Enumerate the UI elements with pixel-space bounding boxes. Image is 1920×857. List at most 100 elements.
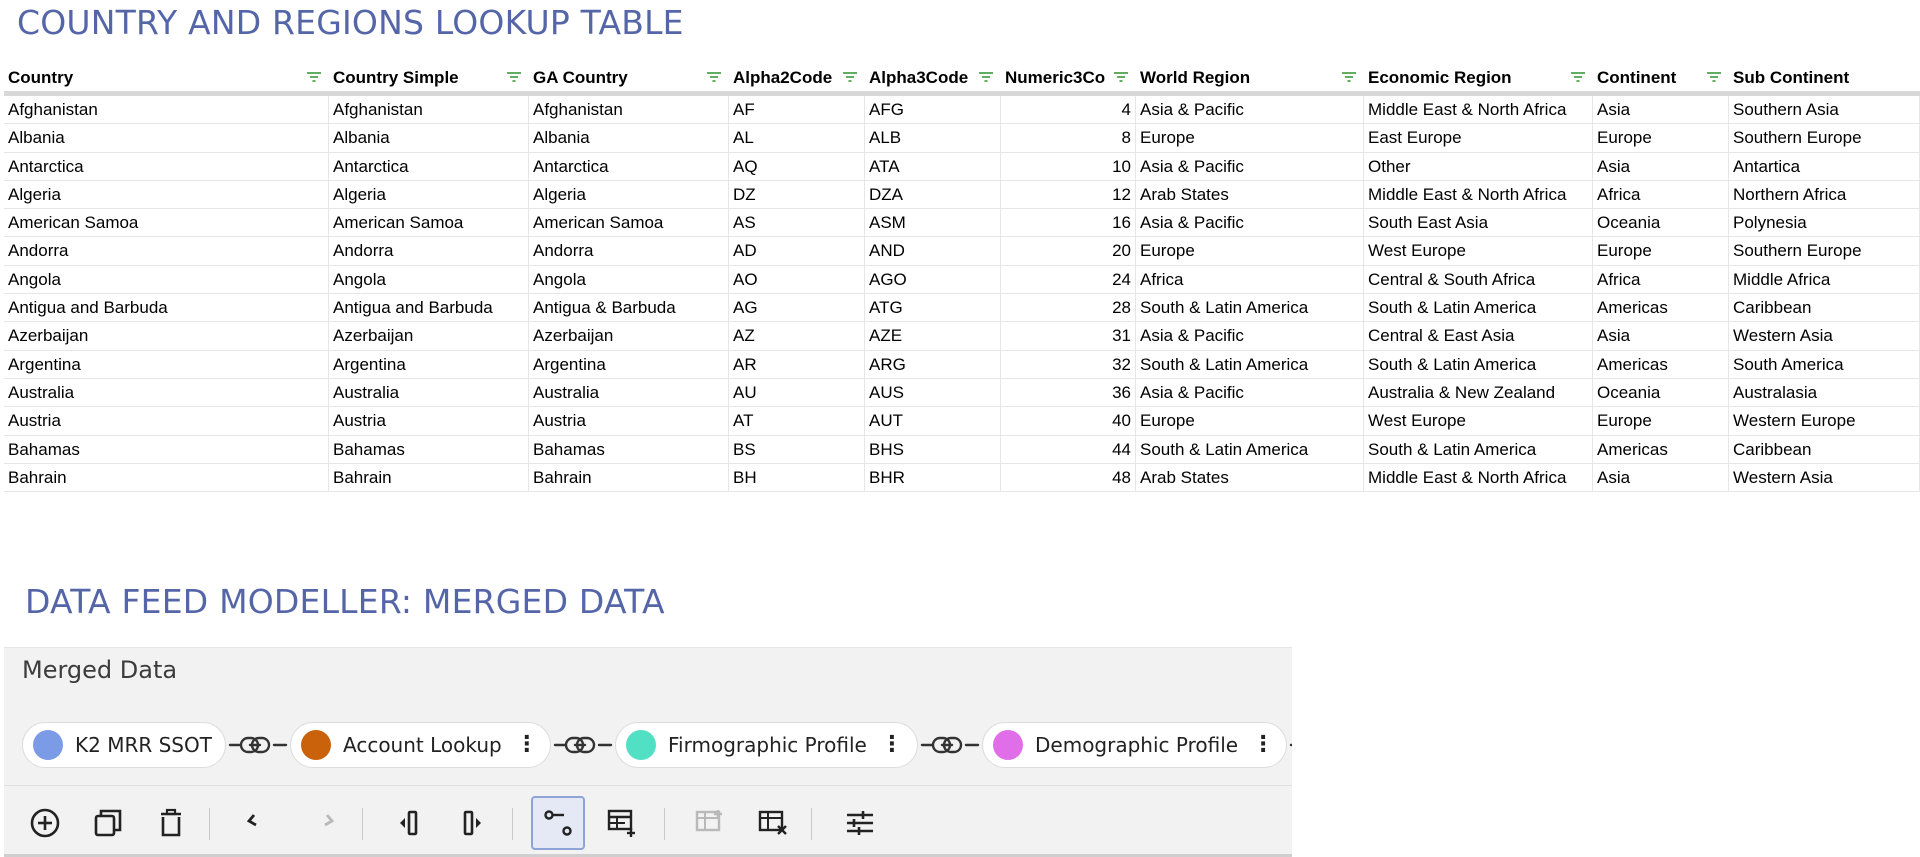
cell-alpha3code[interactable]: AGO: [865, 265, 1001, 294]
cell-sub-continent[interactable]: South America: [1729, 350, 1920, 379]
column-header-continent[interactable]: Continent: [1593, 64, 1707, 91]
cell-ga-country[interactable]: Andorra: [529, 237, 729, 266]
table-row[interactable]: Albania Albania Albania AL ALB 8 Europe East Eu…: [4, 124, 1920, 153]
cell-alpha2code[interactable]: BS: [729, 435, 865, 464]
cell-world-region[interactable]: Asia & Pacific: [1136, 378, 1364, 407]
cell-ga-country[interactable]: Bahamas: [529, 435, 729, 464]
table-row[interactable]: Andorra Andorra Andorra AD AND 20 Europe West E…: [4, 237, 1920, 266]
cell-continent[interactable]: Asia: [1593, 463, 1729, 492]
cell-ga-country[interactable]: Bahrain: [529, 463, 729, 492]
undo-button[interactable]: [232, 796, 286, 850]
cell-country[interactable]: Afghanistan: [4, 96, 329, 124]
cell-alpha3code[interactable]: AUT: [865, 407, 1001, 436]
cell-continent[interactable]: Europe: [1593, 124, 1729, 153]
cell-country-simple[interactable]: Andorra: [329, 237, 529, 266]
cell-world-region[interactable]: Europe: [1136, 124, 1364, 153]
cell-world-region[interactable]: Arab States: [1136, 180, 1364, 209]
cell-ga-country[interactable]: Antigua & Barbuda: [529, 294, 729, 323]
filter-icon[interactable]: [1112, 69, 1130, 85]
cell-world-region[interactable]: Asia & Pacific: [1136, 96, 1364, 124]
cell-numeric3co[interactable]: 16: [1001, 209, 1136, 238]
cell-continent[interactable]: Africa: [1593, 180, 1729, 209]
cell-alpha2code[interactable]: AQ: [729, 152, 865, 181]
cell-numeric3co[interactable]: 4: [1001, 96, 1136, 124]
cell-world-region[interactable]: Europe: [1136, 237, 1364, 266]
cell-country[interactable]: Albania: [4, 124, 329, 153]
source-chip-account-lookup[interactable]: Account Lookup ⋮: [290, 722, 551, 768]
cell-numeric3co[interactable]: 10: [1001, 152, 1136, 181]
cell-numeric3co[interactable]: 44: [1001, 435, 1136, 464]
cell-ga-country[interactable]: Azerbaijan: [529, 322, 729, 351]
cell-country-simple[interactable]: Austria: [329, 407, 529, 436]
cell-world-region[interactable]: South & Latin America: [1136, 435, 1364, 464]
cell-country[interactable]: American Samoa: [4, 209, 329, 238]
cell-numeric3co[interactable]: 32: [1001, 350, 1136, 379]
cell-ga-country[interactable]: American Samoa: [529, 209, 729, 238]
cell-numeric3co[interactable]: 48: [1001, 463, 1136, 492]
filter-icon[interactable]: [977, 69, 995, 85]
cell-alpha3code[interactable]: AFG: [865, 96, 1001, 124]
link-icon[interactable]: [920, 732, 980, 758]
cell-country-simple[interactable]: Bahamas: [329, 435, 529, 464]
cell-numeric3co[interactable]: 20: [1001, 237, 1136, 266]
cell-sub-continent[interactable]: Polynesia: [1729, 209, 1920, 238]
cell-sub-continent[interactable]: Western Europe: [1729, 407, 1920, 436]
cell-world-region[interactable]: Asia & Pacific: [1136, 152, 1364, 181]
cell-ga-country[interactable]: Antarctica: [529, 152, 729, 181]
column-header-sub-continent[interactable]: Sub Continent: [1729, 64, 1898, 91]
cell-alpha2code[interactable]: AD: [729, 237, 865, 266]
cell-country[interactable]: Bahrain: [4, 463, 329, 492]
cell-sub-continent[interactable]: Western Asia: [1729, 322, 1920, 351]
duplicate-button[interactable]: [81, 796, 135, 850]
cell-economic-region[interactable]: West Europe: [1364, 237, 1593, 266]
more-vertical-icon[interactable]: ⋮: [1252, 722, 1274, 768]
cell-continent[interactable]: Asia: [1593, 152, 1729, 181]
cell-economic-region[interactable]: Other: [1364, 152, 1593, 181]
cell-world-region[interactable]: Africa: [1136, 265, 1364, 294]
cell-alpha2code[interactable]: DZ: [729, 180, 865, 209]
join-button[interactable]: [531, 796, 585, 850]
cell-alpha3code[interactable]: ASM: [865, 209, 1001, 238]
cell-economic-region[interactable]: South & Latin America: [1364, 435, 1593, 464]
cell-ga-country[interactable]: Albania: [529, 124, 729, 153]
more-vertical-icon[interactable]: ⋮: [881, 722, 903, 768]
cell-country[interactable]: Antarctica: [4, 152, 329, 181]
source-chip-k2-mrr-ssot[interactable]: K2 MRR SSOT: [22, 722, 226, 768]
cell-economic-region[interactable]: Middle East & North Africa: [1364, 463, 1593, 492]
cell-world-region[interactable]: Asia & Pacific: [1136, 209, 1364, 238]
table-row[interactable]: Algeria Algeria Algeria DZ DZA 12 Arab States M…: [4, 180, 1920, 210]
table-row[interactable]: Angola Angola Angola AO AGO 24 Africa Central &…: [4, 265, 1920, 295]
column-header-country[interactable]: Country: [4, 64, 307, 91]
cell-numeric3co[interactable]: 36: [1001, 378, 1136, 407]
column-header-world-region[interactable]: World Region: [1136, 64, 1342, 91]
cell-ga-country[interactable]: Algeria: [529, 180, 729, 209]
cell-sub-continent[interactable]: Southern Europe: [1729, 124, 1920, 153]
cell-economic-region[interactable]: West Europe: [1364, 407, 1593, 436]
cell-numeric3co[interactable]: 24: [1001, 265, 1136, 294]
cell-alpha2code[interactable]: AT: [729, 407, 865, 436]
cell-alpha2code[interactable]: AZ: [729, 322, 865, 351]
cell-country[interactable]: Australia: [4, 378, 329, 407]
add-row-button[interactable]: [683, 796, 737, 850]
cell-country-simple[interactable]: Antarctica: [329, 152, 529, 181]
cell-world-region[interactable]: Asia & Pacific: [1136, 322, 1364, 351]
cell-ga-country[interactable]: Angola: [529, 265, 729, 294]
cell-alpha3code[interactable]: ARG: [865, 350, 1001, 379]
cell-numeric3co[interactable]: 8: [1001, 124, 1136, 153]
source-chip-firmographic-profile[interactable]: Firmographic Profile ⋮: [615, 722, 918, 768]
cell-ga-country[interactable]: Australia: [529, 378, 729, 407]
column-header-numeric3co[interactable]: Numeric3Co: [1001, 64, 1114, 91]
cell-country[interactable]: Algeria: [4, 180, 329, 209]
cell-continent[interactable]: Africa: [1593, 265, 1729, 294]
cell-economic-region[interactable]: Middle East & North Africa: [1364, 180, 1593, 209]
delete-button[interactable]: [144, 796, 198, 850]
more-vertical-icon[interactable]: ⋮: [516, 722, 538, 768]
cell-country[interactable]: Argentina: [4, 350, 329, 379]
source-chip-demographic-profile[interactable]: Demographic Profile ⋮: [982, 722, 1287, 768]
cell-continent[interactable]: Americas: [1593, 435, 1729, 464]
cell-sub-continent[interactable]: Caribbean: [1729, 294, 1920, 323]
table-row[interactable]: Argentina Argentina Argentina AR ARG 32 South …: [4, 350, 1920, 379]
cell-alpha3code[interactable]: AZE: [865, 322, 1001, 351]
cell-economic-region[interactable]: South & Latin America: [1364, 294, 1593, 323]
insert-left-button[interactable]: [382, 796, 436, 850]
